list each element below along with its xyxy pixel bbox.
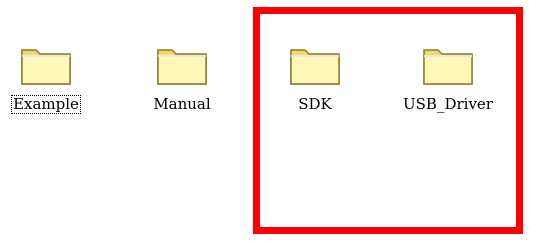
folder-manual[interactable]: Manual bbox=[132, 40, 232, 130]
folder-icon bbox=[290, 49, 340, 85]
folder-label-sdk: SDK bbox=[298, 95, 332, 113]
folder-icon bbox=[423, 49, 473, 85]
folder-label-example: Example bbox=[11, 95, 81, 114]
folder-usb-driver[interactable]: USB_Driver bbox=[398, 40, 498, 130]
folder-label-usb-driver: USB_Driver bbox=[403, 95, 493, 113]
folder-label-manual: Manual bbox=[153, 95, 211, 113]
folder-icon bbox=[157, 49, 207, 85]
folder-example[interactable]: Example bbox=[0, 40, 96, 130]
folder-sdk[interactable]: SDK bbox=[265, 40, 365, 130]
folder-icon bbox=[21, 49, 71, 85]
